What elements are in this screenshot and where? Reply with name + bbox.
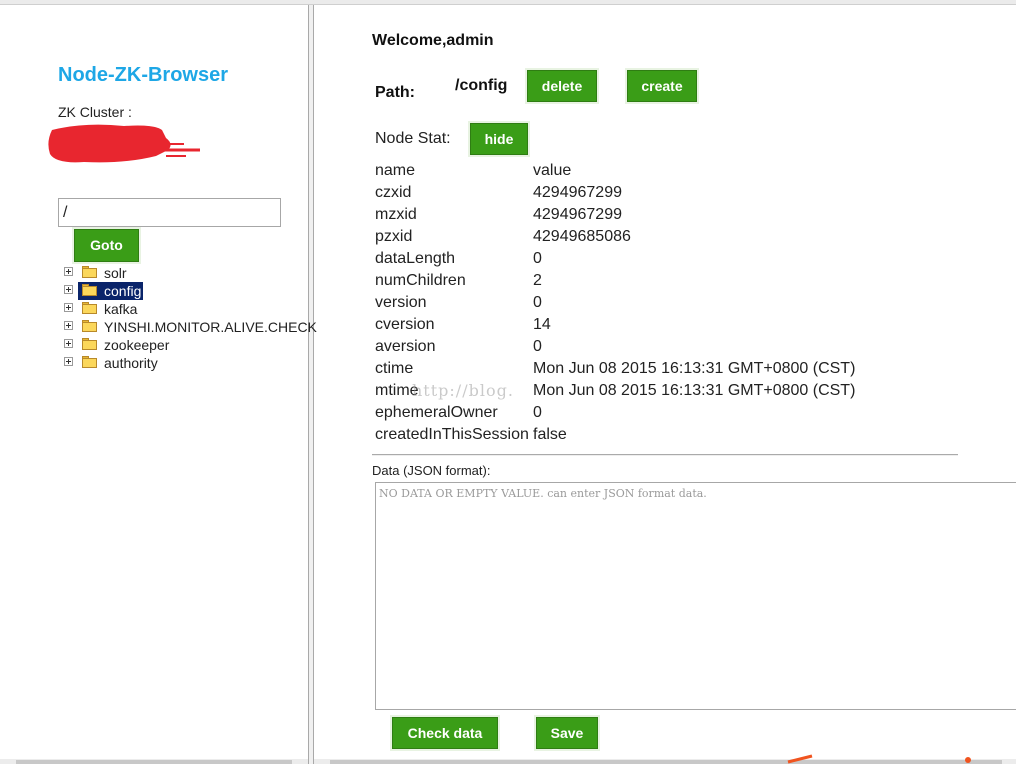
tree-item-kafka[interactable]: kafka [62,300,308,318]
sidebar-horizontal-scrollbar[interactable] [0,759,308,764]
json-data-textarea[interactable] [375,482,1016,710]
tree-item-zookeeper[interactable]: zookeeper [62,336,308,354]
create-button[interactable]: create [627,70,697,102]
path-input[interactable] [58,198,281,227]
tree-item-label[interactable]: solr [102,264,129,282]
stat-key: aversion [375,338,436,355]
tree-item-label[interactable]: authority [102,354,160,372]
path-label: Path: [375,84,415,101]
stat-value: 4294967299 [533,184,622,201]
welcome-text: Welcome,admin [372,32,494,49]
stat-value: 0 [533,404,542,421]
stat-key: ephemeralOwner [375,404,498,421]
stat-value: false [533,426,567,443]
stat-value: 42949685086 [533,228,631,245]
tree-item-label[interactable]: zookeeper [102,336,171,354]
redaction-scribble [48,124,200,163]
tree-item-yinshi-monitor[interactable]: YINSHI.MONITOR.ALIVE.CHECK [62,318,317,336]
stat-value: 2 [533,272,542,289]
folder-icon [82,356,97,368]
tree-item-label[interactable]: kafka [102,300,139,318]
app-title: Node-ZK-Browser [58,64,229,86]
stat-key: dataLength [375,250,456,267]
delete-button[interactable]: delete [527,70,597,102]
folder-icon [82,266,97,278]
expand-plus-icon[interactable] [64,357,73,366]
stat-key: version [375,294,427,311]
tree-item-solr[interactable]: solr [62,264,308,282]
node-tree: solr config kafka YINSHI.MONITOR.ALIVE.C… [62,264,317,372]
expand-plus-icon[interactable] [64,267,73,276]
goto-button[interactable]: Goto [74,229,139,262]
stat-key: ctime [375,360,414,377]
stat-key: czxid [375,184,412,201]
stat-value: Mon Jun 08 2015 16:13:31 GMT+0800 (CST) [533,382,856,399]
expand-plus-icon[interactable] [64,339,73,348]
stat-value: Mon Jun 08 2015 16:13:31 GMT+0800 (CST) [533,360,856,377]
folder-icon [82,338,97,350]
expand-plus-icon[interactable] [64,285,73,294]
blog-watermark: http://blog. [412,381,514,400]
section-divider [372,454,958,456]
cluster-label: ZK Cluster : [58,104,132,120]
scrollbar-thumb[interactable] [16,760,292,764]
node-stat-label: Node Stat: [375,130,451,147]
stat-value: 14 [533,316,551,333]
sidebar-frame [0,5,308,764]
tree-item-label[interactable]: config [102,282,144,300]
save-button[interactable]: Save [536,717,598,749]
tree-item-label[interactable]: YINSHI.MONITOR.ALIVE.CHECK [102,318,319,336]
stat-value: 4294967299 [533,206,622,223]
tree-item-config[interactable]: config [62,282,308,300]
folder-icon [82,320,97,332]
hide-stat-button[interactable]: hide [470,123,528,155]
data-label: Data (JSON format): [372,463,491,478]
folder-icon [82,302,97,314]
stat-key: pzxid [375,228,413,245]
folder-icon [82,284,97,296]
check-data-button[interactable]: Check data [392,717,498,749]
stat-key: mzxid [375,206,417,223]
stat-key: cversion [375,316,435,333]
expand-plus-icon[interactable] [64,321,73,330]
current-path: /config [455,77,508,94]
stat-header-name: name [375,162,416,179]
annotation-scribble [787,754,971,764]
stat-value: 0 [533,294,542,311]
stat-key: createdInThisSession [375,426,529,443]
tree-item-authority[interactable]: authority [62,354,308,372]
stat-value: 0 [533,338,542,355]
expand-plus-icon[interactable] [64,303,73,312]
stat-key: numChildren [375,272,466,289]
stat-header-value: value [533,162,572,179]
stat-value: 0 [533,250,542,267]
